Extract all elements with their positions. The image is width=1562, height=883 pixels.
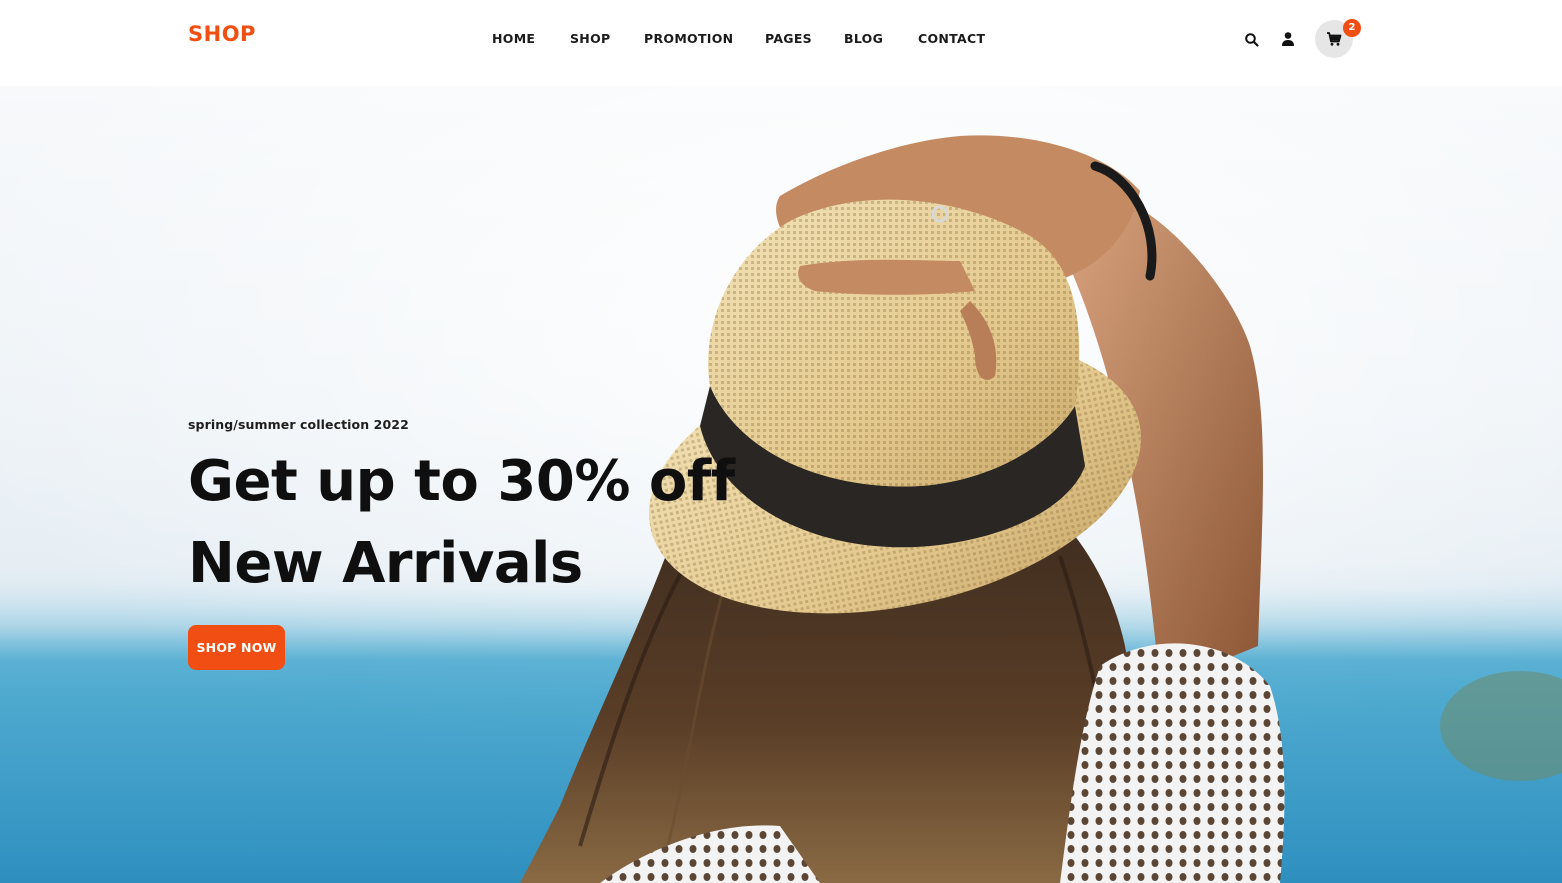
nav-item-pages[interactable]: PAGES bbox=[765, 31, 812, 46]
hero-title-line-2: New Arrivals bbox=[188, 531, 583, 596]
nav-item-contact[interactable]: CONTACT bbox=[918, 31, 985, 46]
cart-count-badge: 2 bbox=[1343, 19, 1361, 37]
hero-banner: spring/summer collection 2022 Get up to … bbox=[0, 86, 1562, 883]
nav-item-shop[interactable]: SHOP bbox=[570, 31, 610, 46]
nav-item-home[interactable]: HOME bbox=[492, 31, 535, 46]
hero-title: Get up to 30% off New Arrivals bbox=[188, 441, 828, 605]
search-icon[interactable] bbox=[1244, 32, 1260, 48]
site-header: SHOP HOME SHOP PROMOTION PAGES BLOG CONT… bbox=[0, 0, 1562, 86]
hero-title-line-1: Get up to 30% off bbox=[188, 449, 735, 514]
hero-subtitle: spring/summer collection 2022 bbox=[188, 417, 409, 432]
nav-item-blog[interactable]: BLOG bbox=[844, 31, 883, 46]
shop-now-button[interactable]: SHOP NOW bbox=[188, 625, 285, 670]
nav-item-promotion[interactable]: PROMOTION bbox=[644, 31, 733, 46]
cart-icon bbox=[1327, 32, 1342, 46]
user-icon[interactable] bbox=[1281, 31, 1295, 47]
